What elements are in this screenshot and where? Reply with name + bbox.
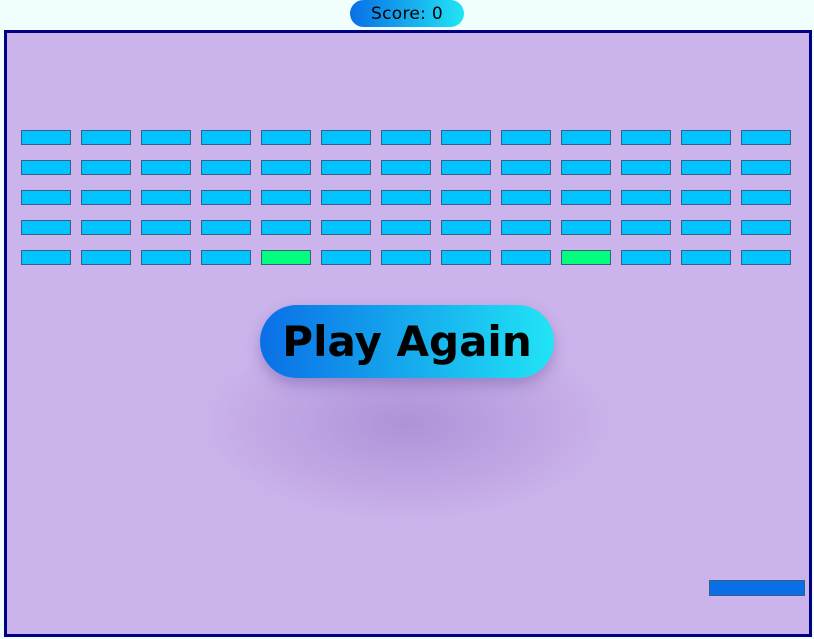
brick	[141, 130, 191, 145]
brick	[321, 130, 371, 145]
brick	[681, 130, 731, 145]
brick	[441, 190, 491, 205]
score-value: 0	[431, 3, 443, 24]
brick	[741, 250, 791, 265]
brick	[621, 250, 671, 265]
brick	[321, 160, 371, 175]
brick	[381, 220, 431, 235]
brick	[561, 160, 611, 175]
brick	[501, 160, 551, 175]
brick	[261, 160, 311, 175]
brick	[741, 220, 791, 235]
brick	[81, 160, 131, 175]
brick	[561, 130, 611, 145]
brick	[381, 190, 431, 205]
brick	[201, 220, 251, 235]
brick	[621, 220, 671, 235]
brick	[21, 130, 71, 145]
brick	[201, 250, 251, 265]
brick	[441, 220, 491, 235]
brick	[621, 160, 671, 175]
score-label: Score:	[371, 3, 427, 24]
score-display: Score: 0	[350, 0, 464, 27]
brick	[201, 190, 251, 205]
brick	[501, 220, 551, 235]
game-board[interactable]: Play Again	[4, 30, 812, 637]
brick	[321, 220, 371, 235]
brick	[681, 250, 731, 265]
brick	[561, 220, 611, 235]
brick	[441, 160, 491, 175]
brick	[21, 190, 71, 205]
brick	[81, 220, 131, 235]
brick	[621, 190, 671, 205]
brick	[741, 190, 791, 205]
brick	[201, 160, 251, 175]
brick	[141, 190, 191, 205]
brick	[381, 250, 431, 265]
brick	[141, 250, 191, 265]
paddle[interactable]	[709, 580, 805, 596]
brick	[81, 130, 131, 145]
brick	[261, 130, 311, 145]
brick	[261, 190, 311, 205]
brick	[621, 130, 671, 145]
brick	[441, 130, 491, 145]
brick	[501, 130, 551, 145]
brick	[501, 250, 551, 265]
brick	[321, 250, 371, 265]
play-again-button[interactable]: Play Again	[260, 305, 554, 378]
brick	[741, 130, 791, 145]
brick-special	[561, 250, 611, 265]
brick	[81, 250, 131, 265]
brick	[201, 130, 251, 145]
brick	[261, 220, 311, 235]
brick	[441, 250, 491, 265]
brick	[141, 160, 191, 175]
brick	[381, 160, 431, 175]
brick	[21, 220, 71, 235]
brick	[501, 190, 551, 205]
brick-special	[261, 250, 311, 265]
brick	[321, 190, 371, 205]
brick	[561, 190, 611, 205]
brick	[21, 250, 71, 265]
brick	[381, 130, 431, 145]
brick	[681, 220, 731, 235]
brick	[81, 190, 131, 205]
brick	[681, 190, 731, 205]
brick	[741, 160, 791, 175]
brick	[681, 160, 731, 175]
brick	[21, 160, 71, 175]
brick	[141, 220, 191, 235]
